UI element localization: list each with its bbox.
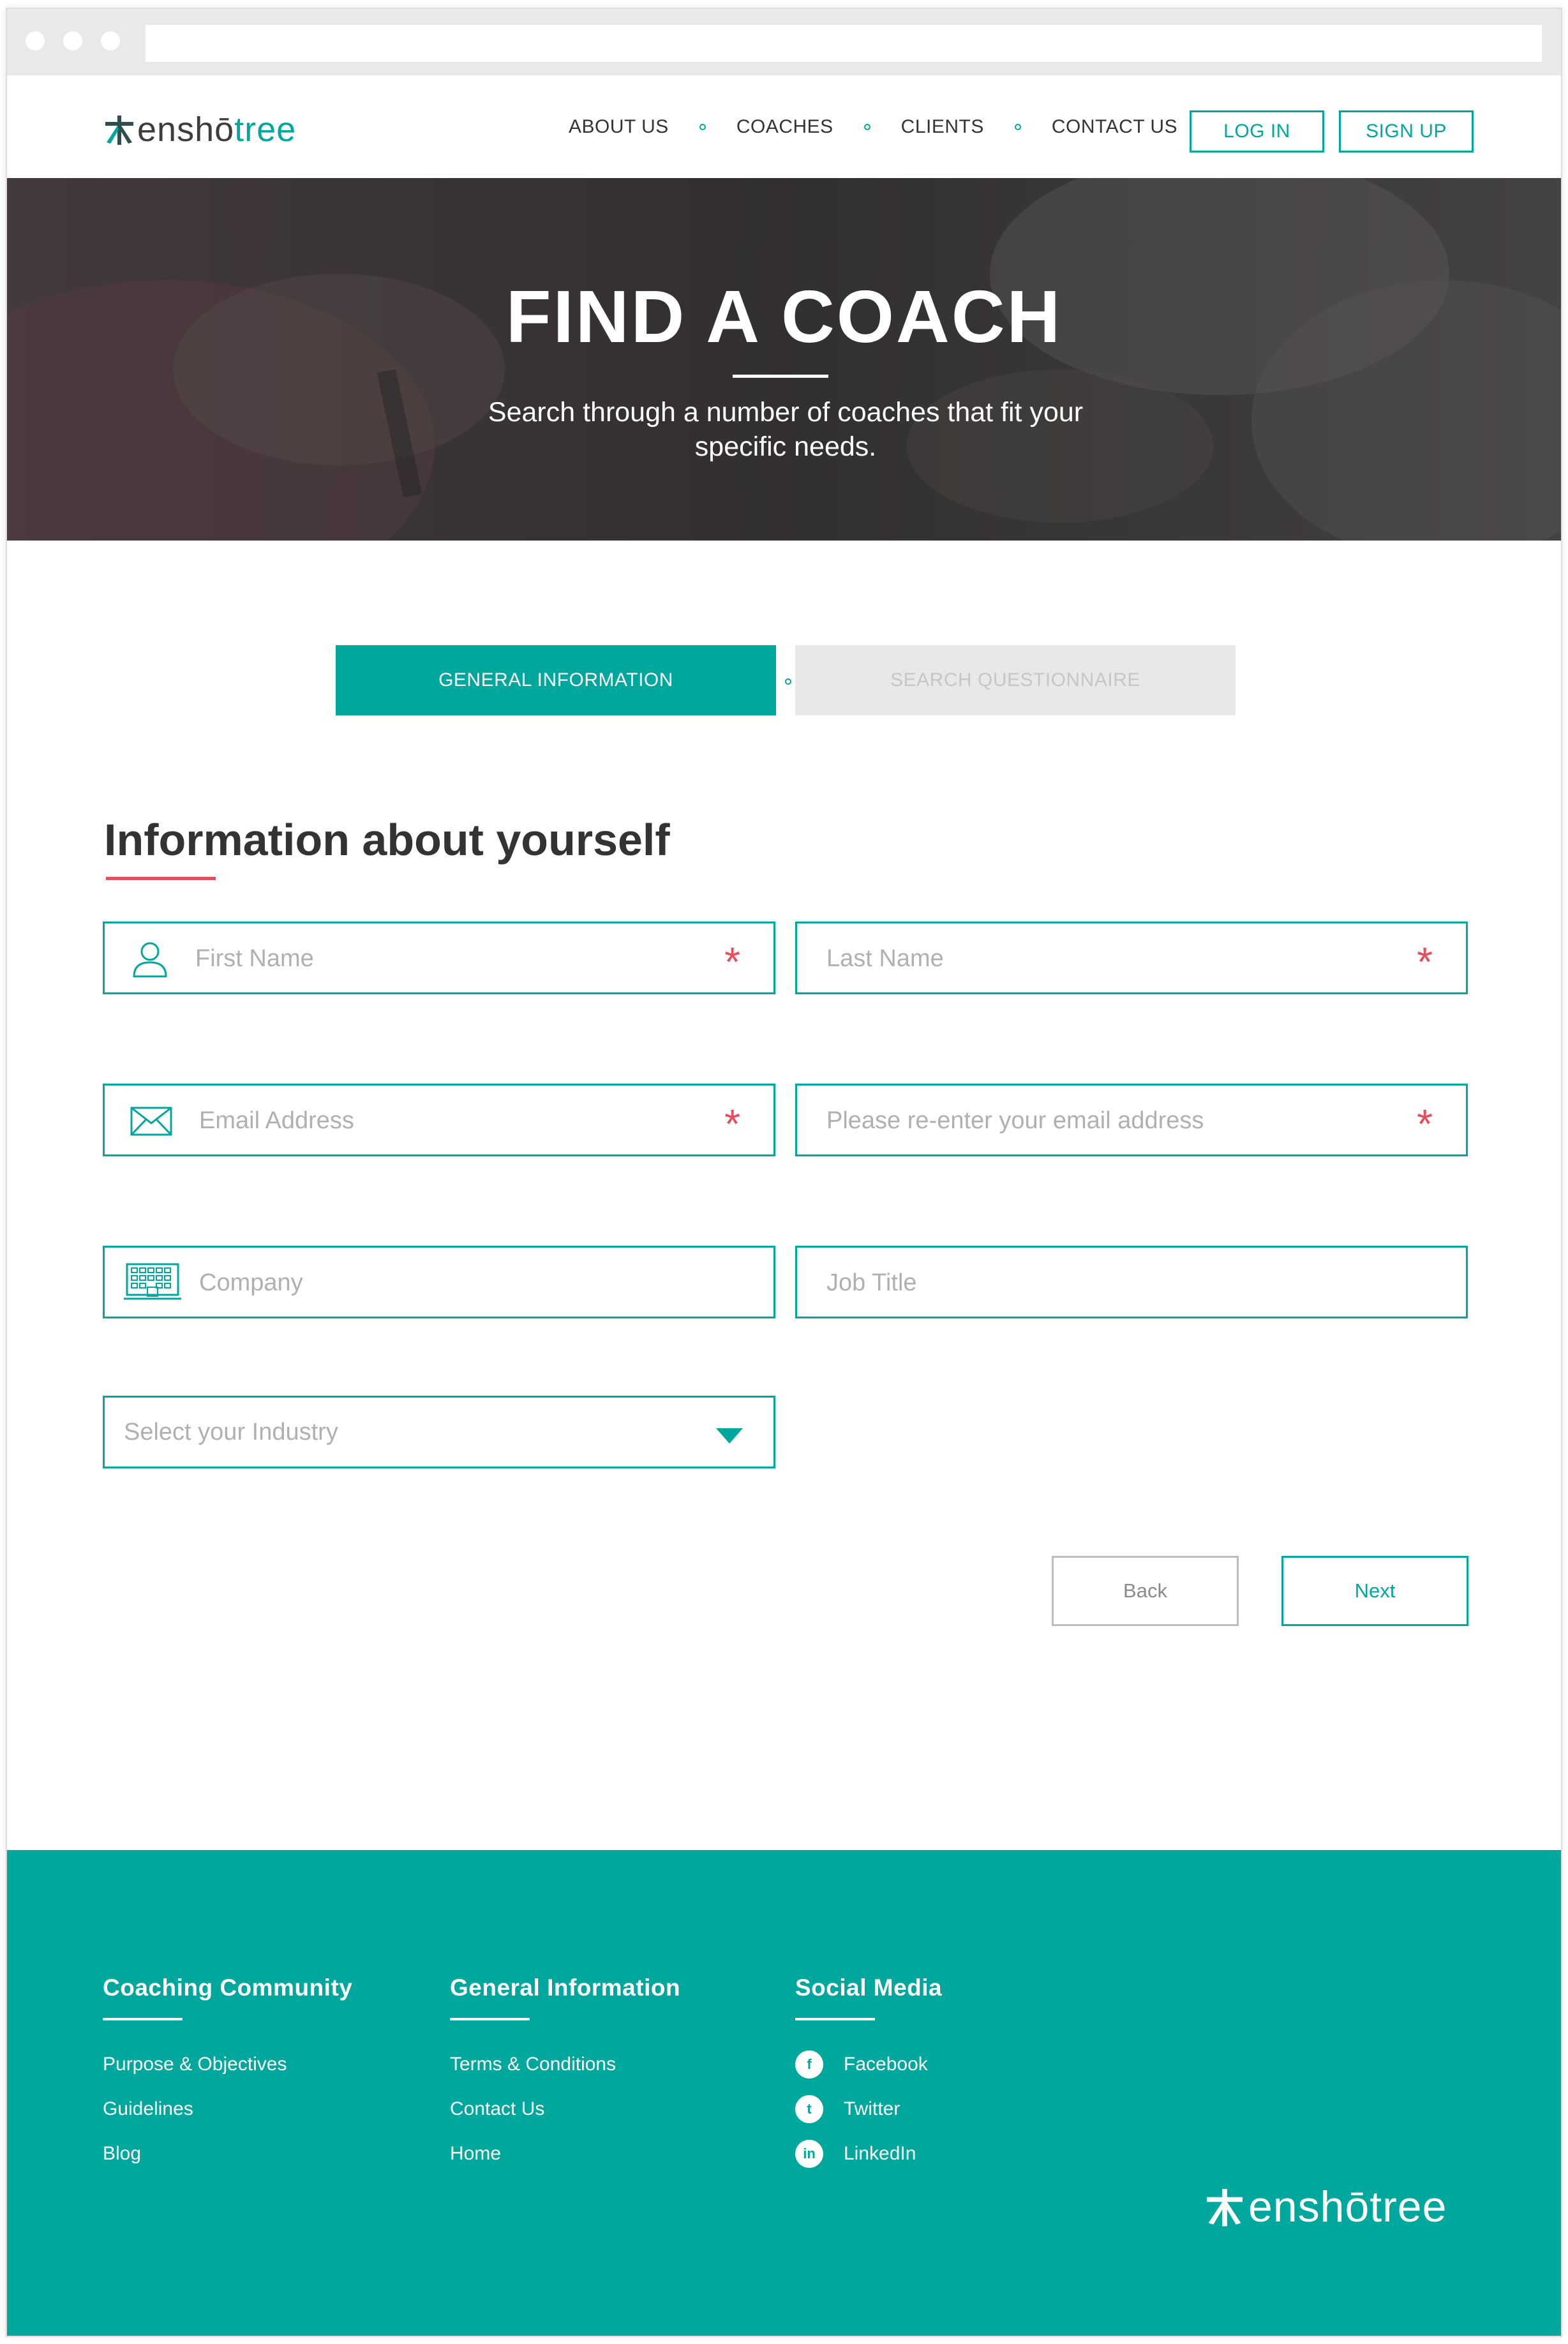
window-close-dot[interactable] <box>26 31 45 50</box>
site-footer: Coaching Community Purpose & Objectives … <box>7 1850 1561 2336</box>
social-label: Facebook <box>844 2054 928 2075</box>
footer-heading-underline <box>795 2018 875 2020</box>
tab-general-information[interactable]: GENERAL INFORMATION <box>336 645 776 715</box>
hero-title: FIND A COACH <box>505 275 1063 358</box>
envelope-icon <box>130 1107 172 1136</box>
next-button[interactable]: Next <box>1281 1556 1468 1626</box>
social-link-twitter[interactable]: t Twitter <box>795 2087 942 2131</box>
industry-select[interactable]: Select your Industry <box>103 1396 775 1468</box>
footer-link-terms[interactable]: Terms & Conditions <box>450 2042 680 2087</box>
building-icon <box>124 1263 181 1300</box>
twitter-icon: t <box>795 2095 823 2123</box>
chevron-down-icon[interactable] <box>716 1428 743 1444</box>
nav-separator <box>1014 123 1021 130</box>
address-bar[interactable] <box>146 25 1542 62</box>
footer-heading: General Information <box>450 1974 681 2001</box>
linkedin-icon: in <box>795 2140 823 2168</box>
nav-contact-us[interactable]: CONTACT US <box>1052 116 1177 138</box>
footer-link-contact[interactable]: Contact Us <box>450 2087 680 2131</box>
footer-link-purpose[interactable]: Purpose & Objectives <box>103 2042 352 2087</box>
company-input[interactable] <box>198 1248 698 1318</box>
logo-text-part1: enshō <box>137 110 235 149</box>
main-nav: ABOUT US COACHES CLIENTS CONTACT US <box>569 75 1177 178</box>
last-name-field[interactable]: * <box>795 922 1468 994</box>
logo-text-part2: tree <box>234 110 297 149</box>
hero-divider <box>733 375 828 378</box>
required-asterisk: * <box>724 1101 740 1147</box>
footer-link-home[interactable]: Home <box>450 2131 680 2176</box>
footer-logo-text: enshōtree <box>1248 2183 1447 2231</box>
company-field[interactable] <box>103 1246 775 1318</box>
hero-overlay <box>7 178 1561 541</box>
nav-coaches[interactable]: COACHES <box>736 116 833 138</box>
nav-separator <box>863 123 870 130</box>
social-label: LinkedIn <box>844 2143 916 2164</box>
nav-clients[interactable]: CLIENTS <box>901 116 984 138</box>
required-asterisk: * <box>1417 1101 1433 1147</box>
email-confirm-input[interactable] <box>825 1086 1402 1156</box>
footer-link-blog[interactable]: Blog <box>103 2131 352 2176</box>
footer-logo[interactable]: enshōtree <box>1204 2182 1447 2232</box>
email-field[interactable]: * <box>103 1084 775 1156</box>
facebook-icon: f <box>795 2050 823 2079</box>
tree-logo-icon <box>105 116 133 145</box>
nav-separator <box>699 123 706 130</box>
required-asterisk: * <box>1417 939 1433 985</box>
job-title-field[interactable] <box>795 1246 1468 1318</box>
social-label: Twitter <box>844 2098 900 2119</box>
browser-chrome <box>7 9 1561 75</box>
social-link-facebook[interactable]: f Facebook <box>795 2042 942 2087</box>
site-header: enshō tree ABOUT US COACHES CLIENTS CONTA… <box>7 75 1561 178</box>
tree-logo-icon <box>1207 2189 1243 2227</box>
user-icon <box>133 942 167 978</box>
footer-column-social-media: Social Media f Facebook t Twitter in Lin… <box>795 1974 942 2176</box>
first-name-field[interactable]: * <box>103 922 775 994</box>
signup-button[interactable]: SIGN UP <box>1339 110 1474 153</box>
tab-search-questionnaire[interactable]: SEARCH QUESTIONNAIRE <box>795 645 1236 715</box>
email-confirm-field[interactable]: * <box>795 1084 1468 1156</box>
window-minimize-dot[interactable] <box>63 31 82 50</box>
step-separator <box>785 678 791 685</box>
industry-select-label: Select your Industry <box>124 1418 338 1445</box>
back-button[interactable]: Back <box>1052 1556 1239 1626</box>
required-asterisk: * <box>724 939 740 985</box>
browser-window: enshō tree ABOUT US COACHES CLIENTS CONTA… <box>6 8 1562 2337</box>
last-name-input[interactable] <box>825 923 1325 994</box>
job-title-input[interactable] <box>825 1248 1325 1318</box>
form-title: Information about yourself <box>104 815 670 865</box>
hero-banner: FIND A COACH Search through a number of … <box>7 178 1561 541</box>
logo[interactable]: enshō tree <box>103 110 296 149</box>
footer-column-coaching-community: Coaching Community Purpose & Objectives … <box>103 1974 352 2176</box>
footer-heading: Social Media <box>795 1974 943 2001</box>
footer-heading-underline <box>450 2018 530 2020</box>
login-button[interactable]: LOG IN <box>1190 110 1324 153</box>
first-name-input[interactable] <box>194 923 694 994</box>
hero-subtitle: Search through a number of coaches that … <box>488 397 1084 462</box>
social-link-linkedin[interactable]: in LinkedIn <box>795 2131 942 2176</box>
footer-heading: Coaching Community <box>103 1974 353 2001</box>
email-input[interactable] <box>198 1086 698 1156</box>
footer-column-general-information: General Information Terms & Conditions C… <box>450 1974 680 2176</box>
window-maximize-dot[interactable] <box>101 31 120 50</box>
footer-link-guidelines[interactable]: Guidelines <box>103 2087 352 2131</box>
footer-heading-underline <box>103 2018 183 2020</box>
nav-about-us[interactable]: ABOUT US <box>569 116 669 138</box>
form-title-underline <box>106 877 216 880</box>
